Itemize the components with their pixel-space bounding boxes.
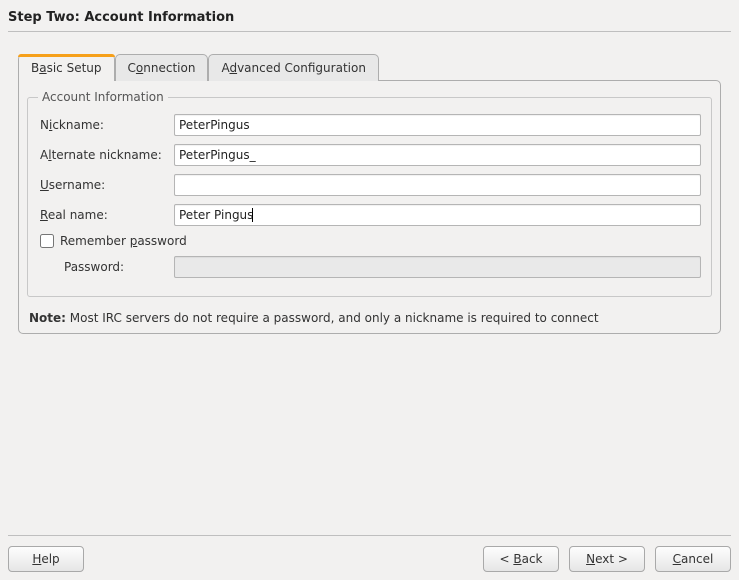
tab-connection[interactable]: Connection [115,54,209,81]
real-name-label: Real name: [38,208,174,222]
tab-basic-setup[interactable]: Basic Setup [18,54,115,81]
divider [8,31,731,32]
button-bar: Help < Back Next > Cancel [8,535,731,572]
alternate-nickname-input[interactable] [174,144,701,166]
username-input[interactable] [174,174,701,196]
page-title: Step Two: Account Information [8,8,731,31]
tab-panel: Account Information Nickname: Alternate … [18,80,721,334]
remember-password-label[interactable]: Remember password [60,234,187,248]
password-label: Password: [62,260,174,274]
text-caret [252,208,253,222]
remember-password-checkbox[interactable] [40,234,54,248]
tab-row: Basic Setup Connection Advanced Configur… [18,54,721,81]
nickname-input[interactable] [174,114,701,136]
password-input [174,256,701,278]
alternate-nickname-label: Alternate nickname: [38,148,174,162]
account-information-group: Account Information Nickname: Alternate … [27,97,712,297]
note-text: Note: Most IRC servers do not require a … [27,311,712,325]
tab-advanced-configuration[interactable]: Advanced Configuration [208,54,378,81]
cancel-button[interactable]: Cancel [655,546,731,572]
nickname-label: Nickname: [38,118,174,132]
group-title: Account Information [38,90,168,104]
help-button[interactable]: Help [8,546,84,572]
next-button[interactable]: Next > [569,546,645,572]
username-label: Username: [38,178,174,192]
real-name-input[interactable]: Peter Pingus [174,204,701,226]
back-button[interactable]: < Back [483,546,559,572]
